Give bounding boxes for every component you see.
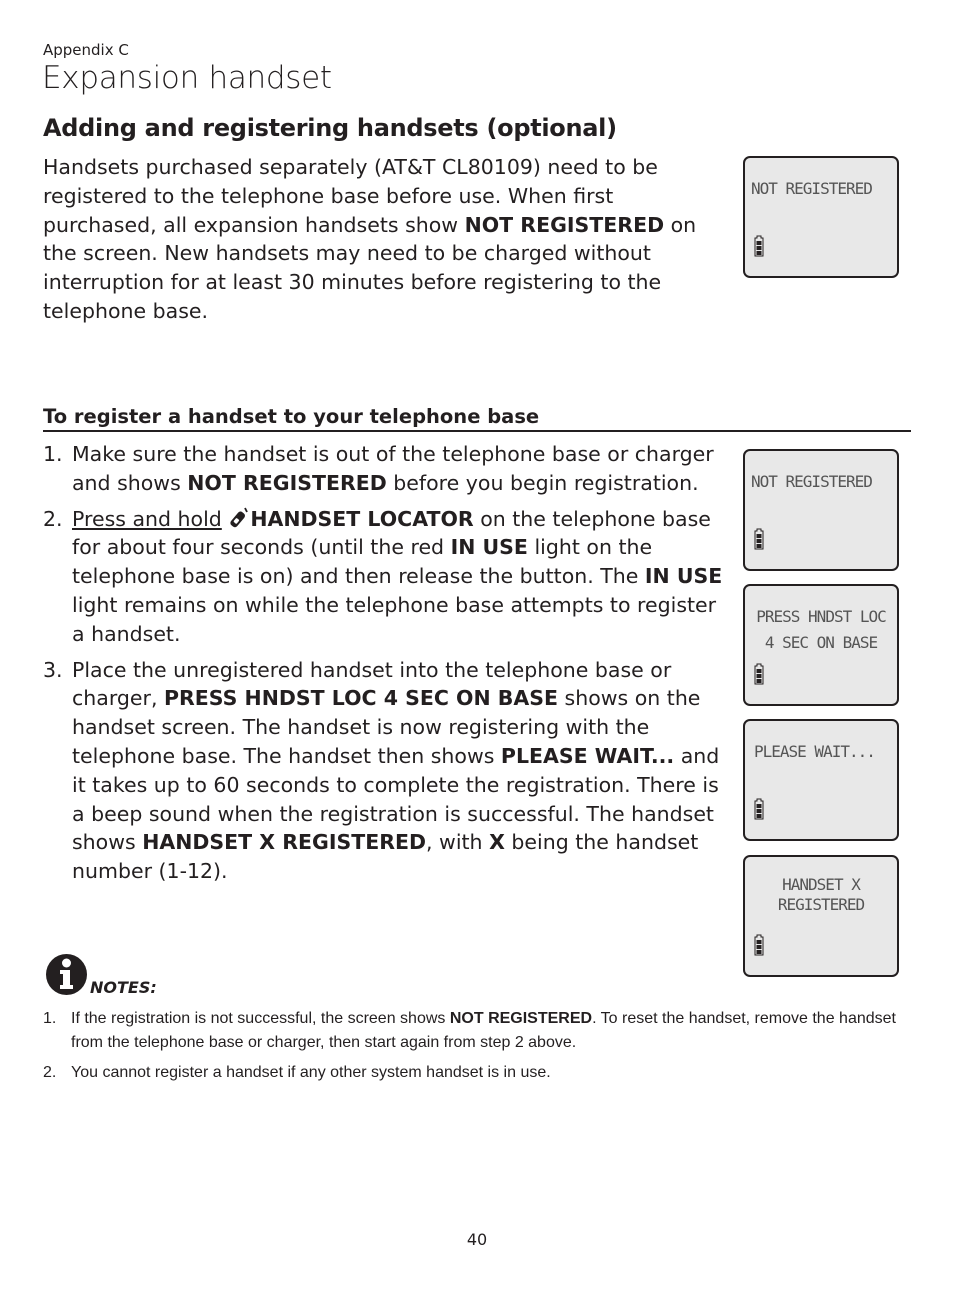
lcd-text: HANDSET X REGISTERED	[777, 875, 865, 914]
step-item: 3. Place the unregistered handset into t…	[43, 656, 733, 886]
handset-locator-icon	[228, 507, 250, 529]
note-text: If the registration is not successful, t…	[71, 1010, 450, 1027]
lcd-screen-please-wait: PLEASE WAIT...	[743, 719, 899, 841]
step-item: 1. Make sure the handset is out of the t…	[43, 440, 733, 498]
step-number: 3.	[43, 657, 63, 682]
battery-icon	[754, 235, 764, 257]
step-bold: X	[489, 830, 505, 855]
note-text: You cannot register a handset if any oth…	[71, 1064, 551, 1081]
lcd-text: NOT REGISTERED	[751, 472, 873, 491]
notes-list: 1. If the registration is not successful…	[43, 1007, 903, 1092]
section-label: Appendix C	[43, 41, 129, 59]
battery-icon	[754, 934, 764, 956]
page-number: 40	[466, 1230, 488, 1249]
info-icon	[46, 954, 87, 995]
steps-list: 1. Make sure the handset is out of the t…	[43, 440, 733, 893]
intro-paragraph: Handsets purchased separately (AT&T CL80…	[43, 153, 733, 326]
step-bold: IN USE	[450, 535, 528, 560]
note-number: 1.	[43, 1010, 57, 1027]
lcd-screen-not-registered: NOT REGISTERED	[743, 156, 899, 278]
step-item: 2. Press and hold HANDSET LOCATOR on the…	[43, 505, 733, 649]
note-number: 2.	[43, 1064, 57, 1081]
notes-label: NOTES:	[90, 978, 157, 997]
step-bold: PLEASE WAIT...	[500, 743, 675, 768]
lcd-text: PRESS HNDST LOC 4 SEC ON BASE	[756, 607, 887, 652]
step-bold: HANDSET LOCATOR	[250, 506, 474, 531]
note-item: 2. You cannot register a handset if any …	[43, 1061, 903, 1085]
step-number: 1.	[43, 442, 63, 466]
step-text: light remains on while the telephone bas…	[72, 592, 717, 646]
lcd-screen-step1: NOT REGISTERED	[743, 449, 899, 571]
note-item: 1. If the registration is not successful…	[43, 1007, 903, 1054]
step-number: 2.	[43, 506, 63, 531]
step-text: , with	[426, 830, 490, 855]
note-bold: NOT REGISTERED	[449, 1010, 593, 1027]
section-heading: Adding and registering handsets (optiona…	[43, 114, 617, 142]
step-bold: IN USE	[644, 564, 723, 589]
press-and-hold-text: Press and hold	[72, 506, 222, 531]
page-title: Expansion handset	[42, 60, 332, 96]
lcd-screen-registered: HANDSET X REGISTERED	[743, 855, 899, 977]
step-text: before you begin registration.	[386, 470, 699, 495]
step-bold: PRESS HNDST LOC 4 SEC ON BASE	[163, 686, 559, 711]
battery-icon	[754, 798, 764, 820]
lcd-text: NOT REGISTERED	[751, 179, 873, 198]
procedure-heading: To register a handset to your telephone …	[43, 405, 911, 432]
step-bold: NOT REGISTERED	[187, 470, 387, 495]
step-bold: HANDSET X REGISTERED	[142, 830, 427, 855]
battery-icon	[754, 663, 764, 685]
lcd-text: PLEASE WAIT...	[754, 742, 876, 761]
lcd-screen-step2: PRESS HNDST LOC 4 SEC ON BASE	[743, 584, 899, 706]
battery-icon	[754, 528, 764, 550]
intro-bold: NOT REGISTERED	[464, 212, 665, 237]
